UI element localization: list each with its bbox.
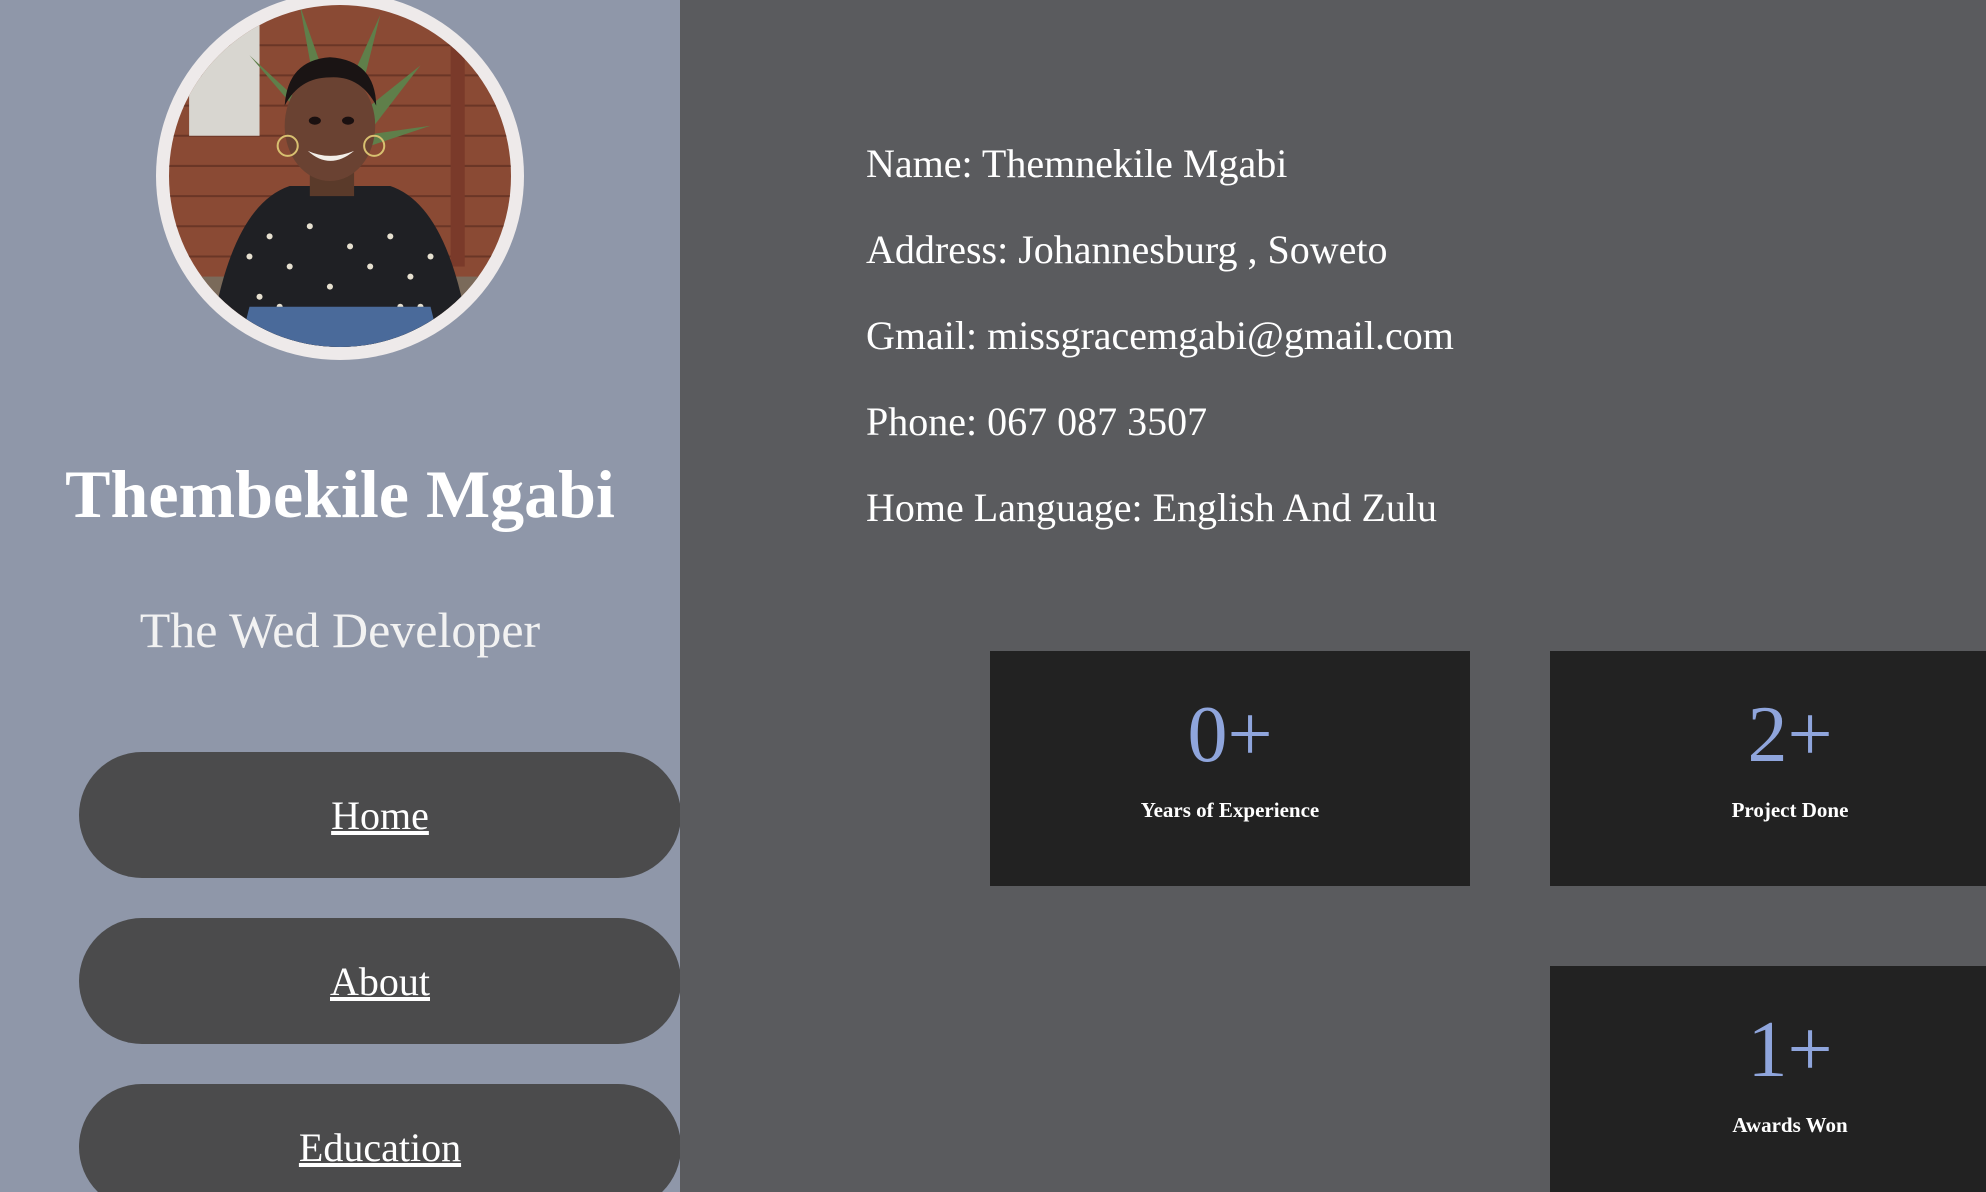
info-phone: Phone: 067 087 3507 (866, 399, 1208, 444)
stat-label: Awards Won (1732, 1113, 1848, 1137)
profile-name: Thembekile Mgabi (65, 456, 615, 532)
stat-value: 1+ (1747, 1006, 1833, 1094)
sidebar: Thembekile Mgabi The Wed Developer Home … (0, 0, 680, 1192)
info-home-language: Home Language: English And Zulu (866, 485, 1438, 530)
info-name: Name: Themnekile Mgabi (866, 141, 1288, 186)
info-gmail: Gmail: missgracemgabi@gmail.com (866, 313, 1454, 358)
stat-value: 0+ (1187, 691, 1273, 779)
stat-label: Years of Experience (1140, 798, 1320, 822)
nav-about-button[interactable]: About (79, 918, 680, 1044)
stat-value: 2+ (1747, 691, 1833, 779)
nav-education-button[interactable]: Education (79, 1084, 680, 1192)
profile-role: The Wed Developer (139, 602, 541, 658)
page: Thembekile Mgabi The Wed Developer Home … (0, 0, 1986, 1192)
nav-home-button[interactable]: Home (79, 752, 680, 878)
stat-label: Project Done (1731, 798, 1849, 822)
avatar (156, 0, 524, 360)
stat-card-projects: 2+ Project Done (1550, 651, 1986, 886)
stat-card-awards: 1+ Awards Won (1550, 966, 1986, 1192)
info-address: Address: Johannesburg , Soweto (866, 227, 1388, 272)
stat-card-experience: 0+ Years of Experience (990, 651, 1470, 886)
profile-photo (169, 5, 511, 347)
